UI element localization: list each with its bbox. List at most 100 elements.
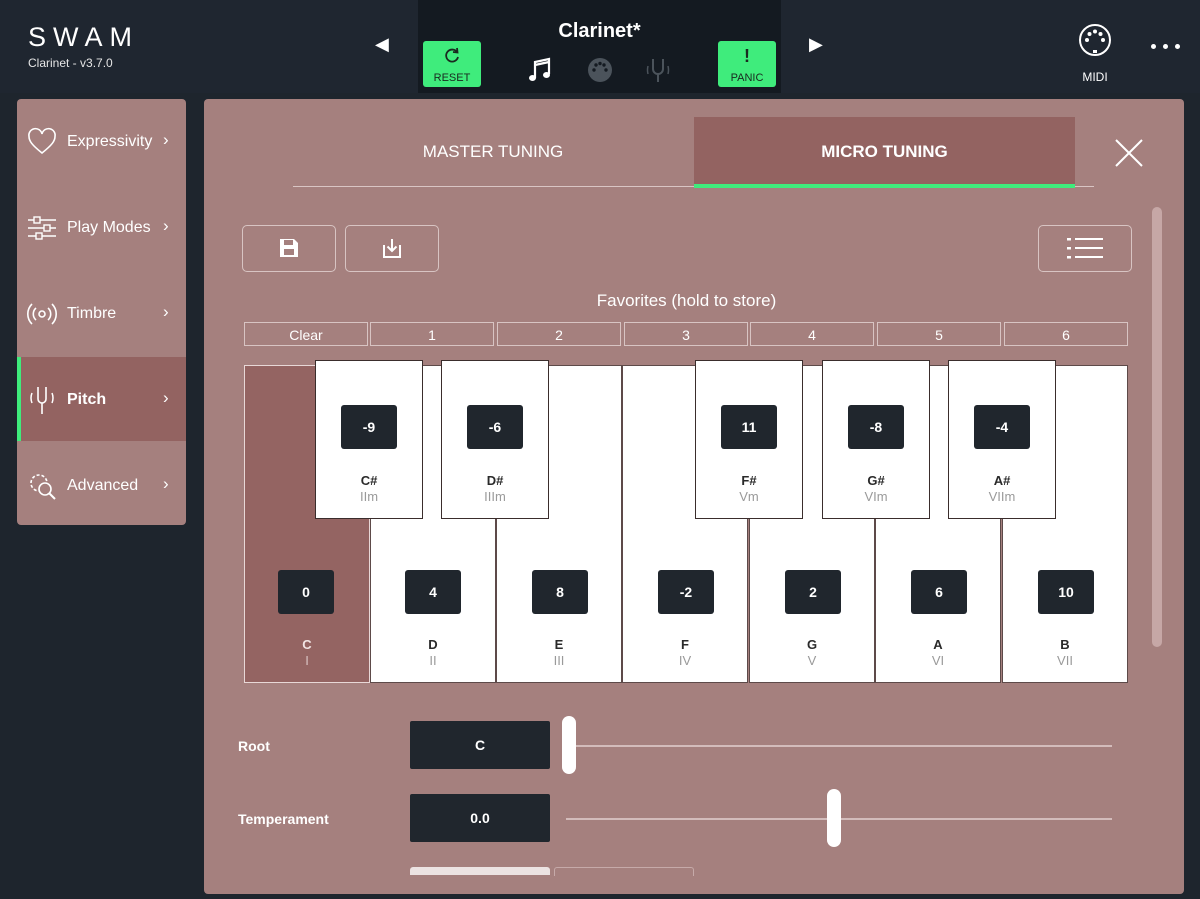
favorites-title: Favorites (hold to store) <box>596 291 777 310</box>
reset-label: RESET <box>433 72 471 84</box>
sidebar-item-timbre[interactable]: Timbre › <box>17 271 186 355</box>
black-key-d-sharp[interactable]: -6 D# IIIm <box>441 360 549 519</box>
note-name: G <box>806 637 818 652</box>
partial-control-box[interactable] <box>554 867 694 876</box>
close-icon[interactable] <box>1112 136 1146 170</box>
note-name: D <box>428 637 438 652</box>
sliders-icon <box>28 216 56 240</box>
tuning-panel: MASTER TUNING MICRO TUNING Favorites (ho… <box>204 99 1184 894</box>
sidebar-item-label: Timbre <box>67 305 117 322</box>
scale-degree: VII <box>1057 653 1073 668</box>
active-tab-indicator <box>694 184 1075 188</box>
cents-value[interactable]: -2 <box>658 570 714 614</box>
gear-magnifier-icon <box>30 474 56 500</box>
cents-value[interactable]: -6 <box>467 405 523 449</box>
chevron-right-icon: › <box>163 388 169 407</box>
scale-degree: IV <box>678 653 692 668</box>
load-button[interactable] <box>345 225 439 272</box>
note-name: C# <box>360 473 378 488</box>
favorite-slot-button[interactable]: 2 <box>497 322 621 346</box>
music-note-icon[interactable] <box>526 56 554 84</box>
exclamation-icon: ! <box>744 46 750 66</box>
chevron-right-icon: › <box>163 216 169 235</box>
list-icon <box>1067 238 1103 259</box>
cents-value[interactable]: -4 <box>974 405 1030 449</box>
version-label: Clarinet - v3.7.0 <box>28 56 113 70</box>
cents-value[interactable]: 0 <box>278 570 334 614</box>
note-name: A# <box>993 473 1011 488</box>
scale-degree: II <box>429 653 437 668</box>
root-label: Root <box>238 738 270 754</box>
chevron-right-icon: › <box>163 130 169 149</box>
partial-control-box[interactable] <box>410 867 550 875</box>
cents-value[interactable]: -9 <box>341 405 397 449</box>
preset-panel: Clarinet* RESET ! PANIC <box>418 0 781 93</box>
note-name: A <box>933 637 943 652</box>
black-key-a-sharp[interactable]: -4 A# VIIm <box>948 360 1056 519</box>
tab-master-tuning[interactable]: MASTER TUNING <box>293 117 693 187</box>
sidebar-item-label: Advanced <box>67 477 139 494</box>
note-name: G# <box>867 473 885 488</box>
black-key-g-sharp[interactable]: -8 G# VIm <box>822 360 930 519</box>
tab-micro-tuning[interactable]: MICRO TUNING <box>694 117 1075 187</box>
temperament-value-box[interactable]: 0.0 <box>410 794 550 842</box>
favorite-clear-button[interactable]: Clear <box>244 322 368 346</box>
temperament-label: Temperament <box>238 811 329 827</box>
cents-value[interactable]: 2 <box>785 570 841 614</box>
top-bar: SWAM Clarinet - v3.7.0 ◀ Clarinet* RESET <box>0 0 1200 93</box>
panic-button[interactable]: ! PANIC <box>718 41 776 87</box>
reset-button[interactable]: RESET <box>423 41 481 87</box>
sidebar-item-pitch[interactable]: Pitch › <box>17 357 186 441</box>
sidebar-item-play-modes[interactable]: Play Modes › <box>17 185 186 269</box>
cents-value[interactable]: 6 <box>911 570 967 614</box>
root-selector[interactable]: C <box>410 721 550 769</box>
panic-label: PANIC <box>730 72 764 84</box>
midi-label: MIDI <box>1082 70 1108 84</box>
cents-value[interactable]: 4 <box>405 570 461 614</box>
midi-icon[interactable] <box>1077 22 1113 58</box>
midi-connector-icon[interactable] <box>586 56 614 84</box>
note-name: E <box>554 637 564 652</box>
black-key-c-sharp[interactable]: -9 C# IIm <box>315 360 423 519</box>
next-preset-button[interactable]: ▶ <box>809 34 823 55</box>
favorite-slot-button[interactable]: 5 <box>877 322 1001 346</box>
favorite-slot-button[interactable]: 1 <box>370 322 494 346</box>
favorite-slot-button[interactable]: 6 <box>1004 322 1128 346</box>
radio-waves-icon <box>27 303 57 325</box>
cents-value[interactable]: -8 <box>848 405 904 449</box>
cents-value[interactable]: 8 <box>532 570 588 614</box>
sidebar-item-label: Play Modes <box>67 219 151 236</box>
favorite-slot-button[interactable]: 3 <box>624 322 748 346</box>
preset-list-button[interactable] <box>1038 225 1132 272</box>
prev-preset-button[interactable]: ◀ <box>375 34 389 55</box>
note-name: F# <box>741 473 757 488</box>
tuning-fork-icon <box>30 387 54 414</box>
scale-degree: IIIm <box>484 489 506 504</box>
note-name: C <box>302 637 312 652</box>
black-key-f-sharp[interactable]: 11 F# Vm <box>695 360 803 519</box>
scale-degree: IIm <box>359 489 379 504</box>
scale-degree: III <box>553 653 565 668</box>
favorite-slot-button[interactable]: 4 <box>750 322 874 346</box>
save-button[interactable] <box>242 225 336 272</box>
sidebar-item-label: Pitch <box>67 391 107 408</box>
micro-tuning-keyboard: 0 C I 4 D II 8 E III -2 F IV 2 G V 6 A V… <box>244 360 1128 683</box>
scale-degree: V <box>807 653 817 668</box>
heart-icon <box>28 127 56 155</box>
tuning-fork-icon[interactable] <box>644 56 672 84</box>
cents-value[interactable]: 11 <box>721 405 777 449</box>
root-slider-track[interactable] <box>566 745 1112 747</box>
floppy-disk-icon <box>280 239 298 257</box>
chevron-right-icon: › <box>163 474 169 493</box>
more-options-icon[interactable] <box>1151 44 1183 52</box>
sidebar-item-label: Expressivity <box>67 133 153 150</box>
temperament-slider-thumb[interactable] <box>826 789 841 847</box>
preset-name: Clarinet* <box>558 20 641 42</box>
sidebar-item-advanced[interactable]: Advanced › <box>17 443 186 525</box>
scale-degree: Vm <box>739 489 759 504</box>
scrollbar[interactable] <box>1152 207 1162 647</box>
sidebar-item-expressivity[interactable]: Expressivity › <box>17 99 186 183</box>
cents-value[interactable]: 10 <box>1038 570 1094 614</box>
root-slider-thumb[interactable] <box>562 716 576 774</box>
scale-degree: VI <box>931 653 945 668</box>
